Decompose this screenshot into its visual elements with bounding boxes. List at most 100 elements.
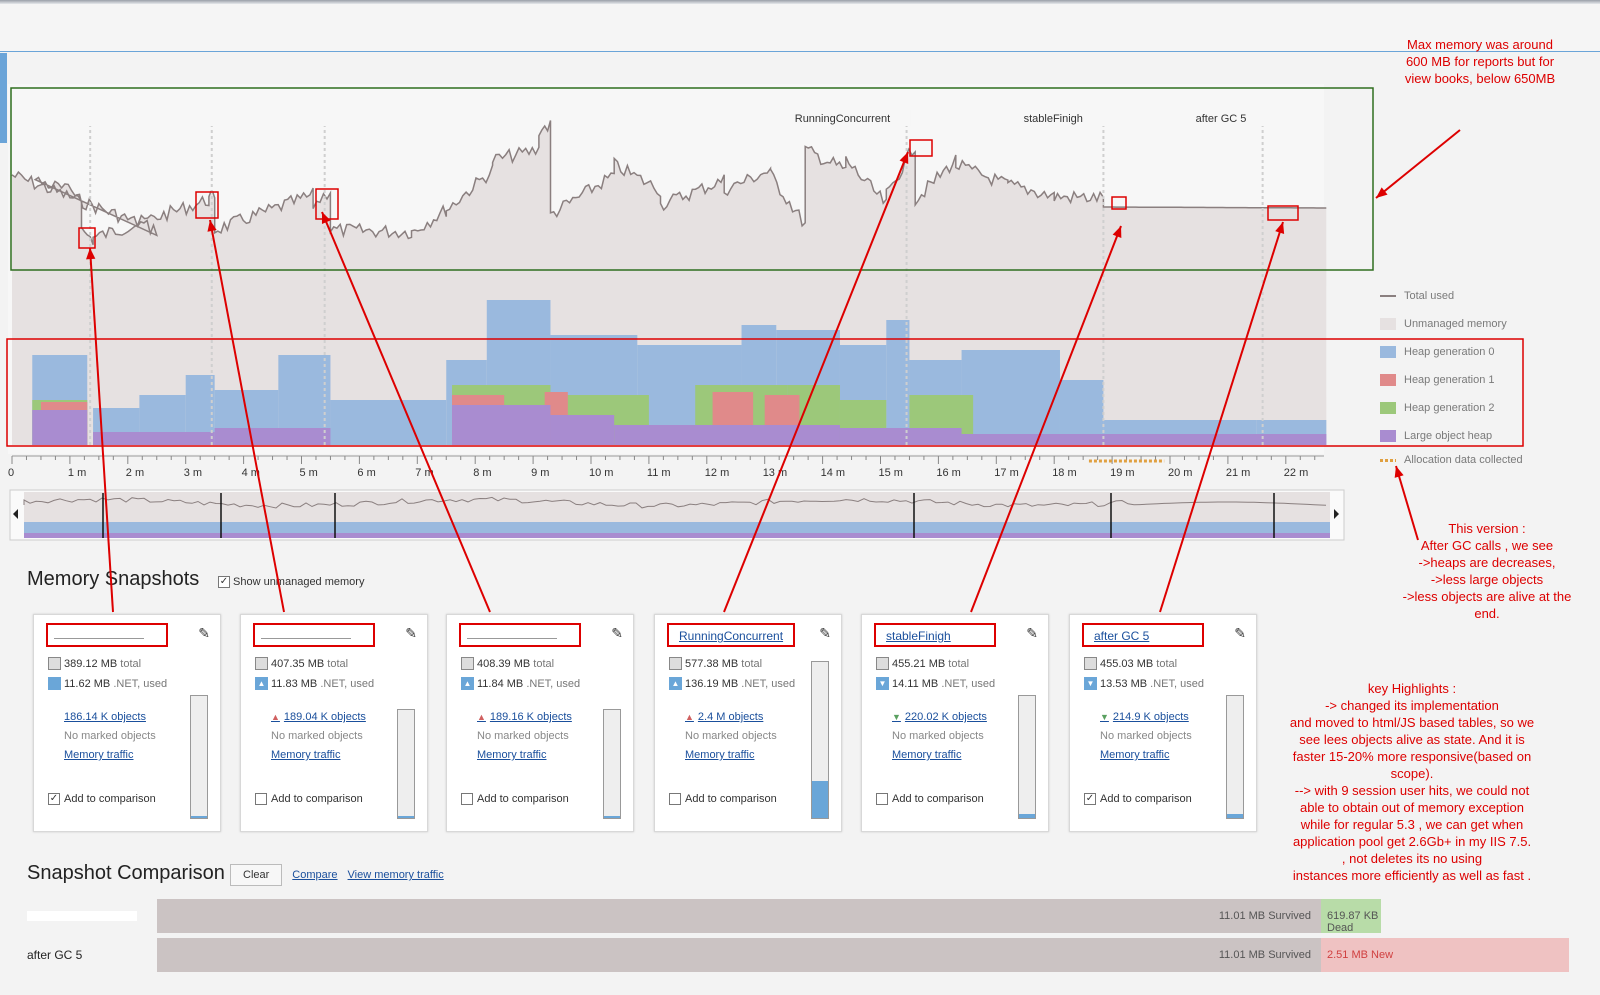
- time-axis-tick-label: 17 m: [994, 467, 1018, 479]
- memory-timeline-chart[interactable]: RunningConcurrent stableFinigh after GC 5 0…: [0, 53, 1600, 553]
- edit-pencil-icon[interactable]: ✎: [1026, 625, 1038, 642]
- total-row: 389.12 MB total: [48, 657, 141, 670]
- objects-count[interactable]: 214.9 K objects: [1113, 711, 1189, 723]
- net-swatch: ▼: [876, 677, 889, 690]
- total-swatch: [876, 657, 889, 670]
- add-to-comparison-checkbox[interactable]: ✓: [48, 793, 60, 805]
- show-unmanaged-checkbox[interactable]: ✓ Show unmanaged memory: [218, 576, 364, 589]
- view-memory-traffic-link[interactable]: View memory traffic: [348, 869, 444, 881]
- total-swatch: [255, 657, 268, 670]
- objects-link[interactable]: ▲ 189.04 K objects: [271, 711, 366, 723]
- add-to-comparison-checkbox[interactable]: [255, 793, 267, 805]
- add-to-comparison-checkbox[interactable]: [876, 793, 888, 805]
- add-to-comparison[interactable]: Add to comparison: [255, 793, 363, 805]
- time-axis-tick-label: 8 m: [473, 467, 491, 479]
- time-axis-tick-label: 15 m: [879, 467, 903, 479]
- add-to-comparison[interactable]: Add to comparison: [669, 793, 777, 805]
- legend-item-loh: Large object heap: [1380, 422, 1523, 450]
- objects-link[interactable]: ▼ 220.02 K objects: [892, 711, 987, 723]
- edit-pencil-icon[interactable]: ✎: [819, 625, 831, 642]
- add-to-comparison-checkbox[interactable]: ✓: [1084, 793, 1096, 805]
- snapshot-card[interactable]: ✎ 407.35 MB total ▲ 11.83 MB .NET, used ▲ 189…: [240, 614, 428, 832]
- add-to-comparison-label: Add to comparison: [1100, 793, 1192, 805]
- time-axis-tick-label: 22 m: [1284, 467, 1308, 479]
- snapshot-card[interactable]: RunningConcurrent ✎ 577.38 MB total ▲ 136.19…: [654, 614, 842, 832]
- snapshot-name[interactable]: stableFinigh: [874, 623, 996, 647]
- time-axis-tick-label: 7 m: [415, 467, 433, 479]
- edit-pencil-icon[interactable]: ✎: [405, 625, 417, 642]
- memory-traffic-link[interactable]: Memory traffic: [271, 749, 340, 761]
- timeline-legend: Total used Unmanaged memory Heap generat…: [1380, 282, 1523, 470]
- memory-gauge-fill: [812, 780, 828, 818]
- objects-count[interactable]: 186.14 K objects: [64, 711, 146, 723]
- edit-pencil-icon[interactable]: ✎: [1234, 625, 1246, 642]
- add-to-comparison[interactable]: Add to comparison: [461, 793, 569, 805]
- legend-item-gen1: Heap generation 1: [1380, 366, 1523, 394]
- snapshot-card[interactable]: stableFinigh ✎ 455.21 MB total ▼ 14.11 MB .N…: [861, 614, 1049, 832]
- objects-count[interactable]: 2.4 M objects: [698, 711, 763, 723]
- time-axis-tick-label: 12 m: [705, 467, 729, 479]
- annotation-key-highlights: key Highlights : -> changed its implemen…: [1289, 681, 1535, 883]
- total-suffix: total: [948, 657, 970, 670]
- dead-bar: 619.87 KB Dead: [1321, 899, 1381, 934]
- memory-traffic-link[interactable]: Memory traffic: [64, 749, 133, 761]
- total-value: 389.12 MB: [64, 657, 118, 670]
- total-swatch: [461, 657, 474, 670]
- objects-link[interactable]: 186.14 K objects: [64, 711, 146, 723]
- add-to-comparison-checkbox[interactable]: [669, 793, 681, 805]
- net-suffix: .NET, used: [941, 677, 996, 690]
- large-object-heap-block: [452, 405, 551, 445]
- add-to-comparison-label: Add to comparison: [685, 793, 777, 805]
- snapshot-card[interactable]: after GC 5 ✎ 455.03 MB total ▼ 13.53 MB .NET…: [1069, 614, 1257, 832]
- increase-icon: ▲: [271, 712, 280, 722]
- objects-count[interactable]: 220.02 K objects: [905, 711, 987, 723]
- redacted-label: [27, 911, 137, 921]
- memory-traffic-link[interactable]: Memory traffic: [1100, 749, 1169, 761]
- time-axis-tick-label: 10 m: [589, 467, 613, 479]
- edit-pencil-icon[interactable]: ✎: [198, 625, 210, 642]
- memory-traffic-link[interactable]: Memory traffic: [892, 749, 961, 761]
- compare-link[interactable]: Compare: [292, 869, 337, 881]
- heap-gen0-block: [961, 350, 1060, 445]
- objects-link[interactable]: ▼ 214.9 K objects: [1100, 711, 1189, 723]
- snapshot-card[interactable]: ✎ 389.12 MB total 11.62 MB .NET, used 186.1…: [33, 614, 221, 832]
- large-object-heap-block: [550, 415, 615, 445]
- overview-loh-area: [24, 533, 1330, 538]
- add-to-comparison[interactable]: ✓ Add to comparison: [48, 793, 156, 805]
- dead-text: 619.87 KB Dead: [1327, 910, 1379, 934]
- add-to-comparison-label: Add to comparison: [892, 793, 984, 805]
- legend-label: Unmanaged memory: [1404, 318, 1507, 330]
- time-axis-tick-label: 11 m: [647, 467, 671, 479]
- memory-gauge: [811, 661, 829, 819]
- checkbox-icon[interactable]: ✓: [218, 576, 230, 589]
- total-swatch: [1084, 657, 1097, 670]
- net-row: ▲ 136.19 MB .NET, used: [669, 677, 795, 690]
- add-to-comparison-checkbox[interactable]: [461, 793, 473, 805]
- comparison-row[interactable]: 11.01 MB Survived 619.87 KB Dead: [0, 899, 1600, 934]
- legend-label: Large object heap: [1404, 430, 1493, 442]
- net-swatch: ▲: [461, 677, 474, 690]
- clear-button[interactable]: Clear: [230, 864, 283, 886]
- net-suffix: .NET, used: [113, 677, 168, 690]
- snapshot-name[interactable]: after GC 5: [1082, 623, 1204, 647]
- loh-swatch: [1380, 430, 1396, 442]
- net-row: ▲ 11.84 MB .NET, used: [461, 677, 580, 690]
- objects-link[interactable]: ▲ 189.16 K objects: [477, 711, 572, 723]
- time-axis-tick-label: 21 m: [1226, 467, 1250, 479]
- objects-count[interactable]: 189.16 K objects: [490, 711, 572, 723]
- memory-traffic-link[interactable]: Memory traffic: [477, 749, 546, 761]
- snapshot-card[interactable]: ✎ 408.39 MB total ▲ 11.84 MB .NET, used ▲ 189…: [446, 614, 634, 832]
- add-to-comparison[interactable]: Add to comparison: [876, 793, 984, 805]
- memory-traffic-link[interactable]: Memory traffic: [685, 749, 754, 761]
- legend-label: Heap generation 1: [1404, 374, 1495, 386]
- add-to-comparison[interactable]: ✓ Add to comparison: [1084, 793, 1192, 805]
- snapshot-name[interactable]: RunningConcurrent: [667, 623, 796, 647]
- objects-link[interactable]: ▲ 2.4 M objects: [685, 711, 763, 723]
- edit-pencil-icon[interactable]: ✎: [611, 625, 623, 642]
- total-suffix: total: [741, 657, 763, 670]
- comparison-row[interactable]: after GC 5 11.01 MB Survived 2.51 MB New: [0, 938, 1600, 972]
- increase-icon: ▲: [477, 712, 486, 722]
- new-bar: 2.51 MB New: [1321, 938, 1569, 972]
- total-value: 455.03 MB: [1100, 657, 1154, 670]
- objects-count[interactable]: 189.04 K objects: [284, 711, 366, 723]
